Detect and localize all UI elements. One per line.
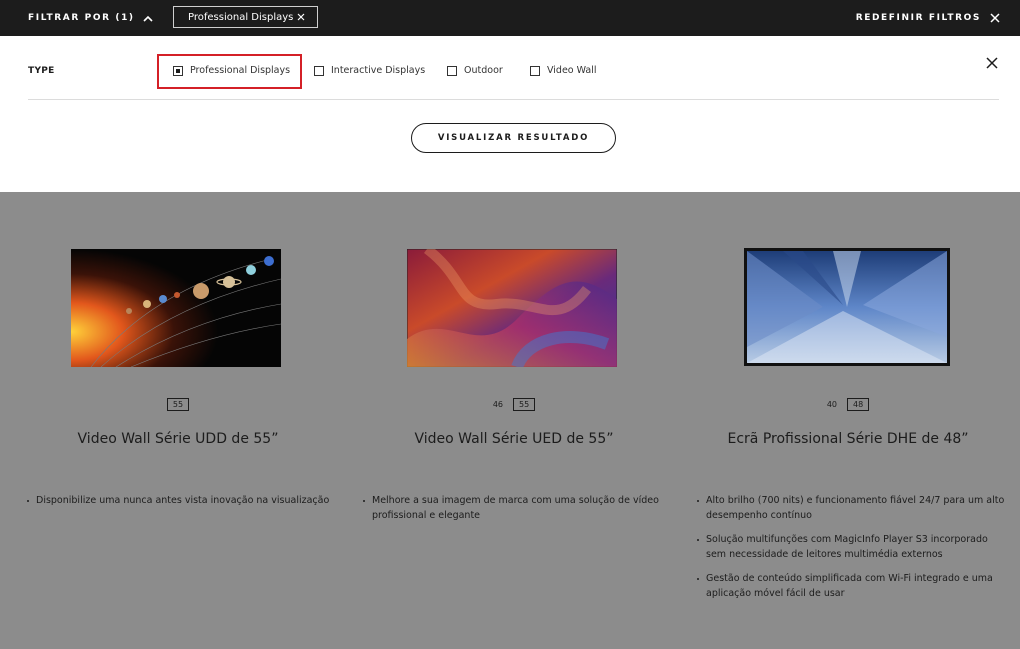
- checkbox-icon[interactable]: [314, 65, 324, 76]
- feature-item: Alto brilho (700 nits) e funcionamento f…: [696, 493, 1006, 523]
- close-icon: [990, 13, 1000, 23]
- size-selector: 55: [8, 398, 348, 411]
- feature-item: Melhore a sua imagem de marca com uma so…: [362, 493, 672, 523]
- type-option-professional-displays[interactable]: Professional Displays: [173, 65, 290, 76]
- type-option-video-wall[interactable]: Video Wall: [530, 65, 597, 76]
- filter-panel: TYPE Professional Displays Interactive D…: [0, 36, 1020, 192]
- type-option-label: Outdoor: [464, 65, 503, 76]
- product-title[interactable]: Ecrã Profissional Série DHE de 48”: [678, 431, 1018, 447]
- product-image[interactable]: [407, 249, 617, 367]
- product-card: 40 48 Ecrã Profissional Série DHE de 48”…: [678, 192, 1018, 649]
- size-selector: 46 55: [344, 398, 684, 411]
- size-option[interactable]: 48: [847, 398, 870, 411]
- checkbox-checked-icon[interactable]: [173, 65, 183, 76]
- type-option-label: Interactive Displays: [331, 65, 426, 76]
- feature-list: Melhore a sua imagem de marca com uma so…: [362, 493, 672, 532]
- product-title[interactable]: Video Wall Série UED de 55”: [344, 431, 684, 447]
- active-filter-tag[interactable]: Professional Displays: [173, 6, 318, 28]
- type-filter-heading: TYPE: [28, 66, 55, 76]
- close-panel-icon[interactable]: [986, 57, 998, 69]
- remove-filter-icon[interactable]: [297, 13, 305, 21]
- product-card: 46 55 Video Wall Série UED de 55” Melhor…: [344, 192, 684, 649]
- product-title[interactable]: Video Wall Série UDD de 55”: [8, 431, 348, 447]
- size-option[interactable]: 55: [166, 398, 190, 411]
- active-filter-label: Professional Displays: [188, 11, 294, 23]
- feature-list: Alto brilho (700 nits) e funcionamento f…: [696, 493, 1006, 610]
- chevron-up-icon: [143, 15, 153, 22]
- type-option-label: Video Wall: [547, 65, 597, 76]
- size-option[interactable]: 40: [827, 400, 837, 409]
- feature-item: Solução multifunções com MagicInfo Playe…: [696, 532, 1006, 562]
- size-option[interactable]: 46: [493, 400, 503, 409]
- product-image[interactable]: [743, 247, 951, 367]
- feature-item: Disponibilize uma nunca antes vista inov…: [26, 493, 336, 508]
- checkbox-icon[interactable]: [447, 65, 457, 76]
- filter-bar: FILTRAR POR (1) Professional Displays RE…: [0, 0, 1020, 36]
- view-results-button[interactable]: VISUALIZAR RESULTADO: [411, 123, 616, 153]
- filter-toggle-label: FILTRAR POR (1): [28, 13, 135, 23]
- size-selector: 40 48: [678, 398, 1018, 411]
- panel-divider: [28, 99, 999, 100]
- product-image[interactable]: [71, 249, 281, 367]
- checkbox-icon[interactable]: [530, 65, 540, 76]
- product-card: 55 Video Wall Série UDD de 55” Disponibi…: [8, 192, 348, 649]
- feature-item: Gestão de conteúdo simplificada com Wi-F…: [696, 571, 1006, 601]
- filter-toggle-button[interactable]: FILTRAR POR (1): [28, 0, 153, 36]
- feature-list: Disponibilize uma nunca antes vista inov…: [26, 493, 336, 517]
- type-option-outdoor[interactable]: Outdoor: [447, 65, 503, 76]
- size-option[interactable]: 55: [513, 398, 536, 411]
- type-option-interactive-displays[interactable]: Interactive Displays: [314, 65, 425, 76]
- reset-filters-button[interactable]: REDEFINIR FILTROS: [856, 0, 1000, 36]
- reset-filters-label: REDEFINIR FILTROS: [855, 13, 981, 23]
- type-option-label: Professional Displays: [190, 65, 291, 76]
